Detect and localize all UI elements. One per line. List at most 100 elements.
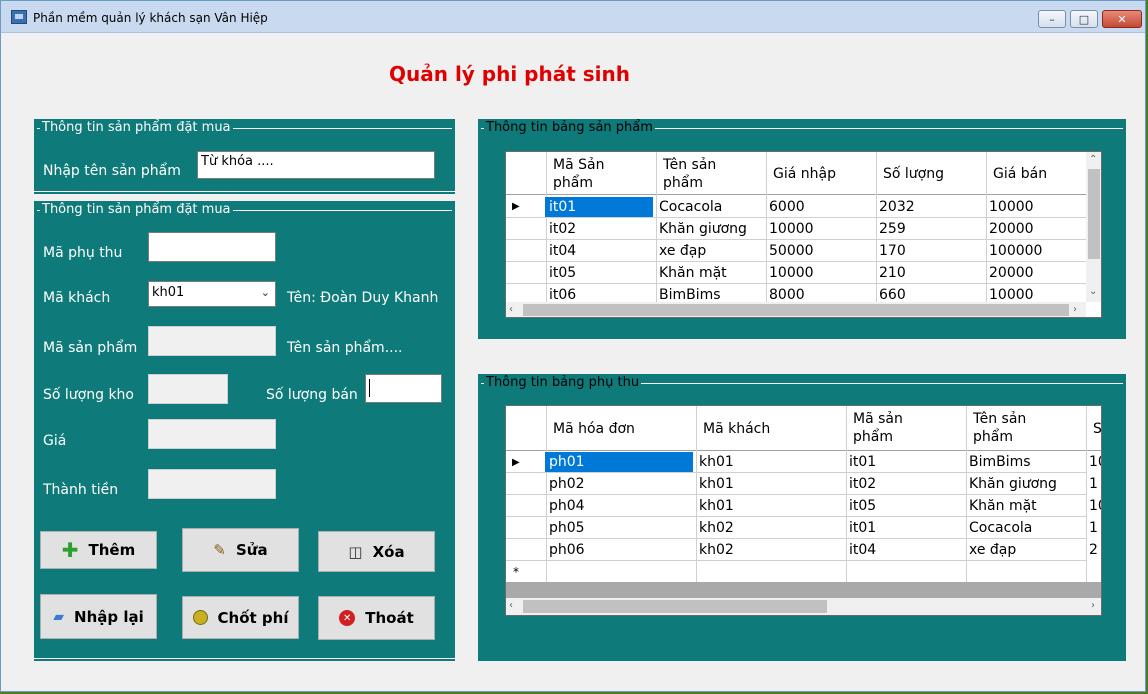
thanh-tien-input bbox=[148, 469, 276, 499]
surcharge-cell[interactable]: 1 bbox=[1089, 519, 1098, 537]
products-grid[interactable]: Mã Sản phẩm Tên sản phẩm Giá nhập Số lượng… bbox=[505, 151, 1102, 318]
surcharge-header-3[interactable]: Tên sản phẩm bbox=[973, 410, 1026, 446]
products-cell[interactable]: it01 bbox=[549, 198, 576, 216]
products-cell[interactable]: Khăn giương bbox=[659, 220, 747, 238]
surcharge-cell[interactable]: Khăn giương bbox=[969, 475, 1057, 493]
scroll-left-icon[interactable]: ‹ bbox=[509, 600, 513, 611]
title-bar[interactable]: Phần mềm quản lý khách sạn Vân Hiệp – □ … bbox=[1, 1, 1145, 33]
products-cell[interactable]: 100000 bbox=[989, 242, 1042, 260]
ma-san-pham-label: Mã sản phẩm bbox=[43, 340, 138, 356]
products-cell[interactable]: 20000 bbox=[989, 264, 1034, 282]
surcharge-cell[interactable]: kh01 bbox=[699, 453, 734, 471]
ma-phu-thu-input[interactable] bbox=[148, 232, 276, 262]
maximize-button[interactable]: □ bbox=[1070, 10, 1098, 28]
products-cell[interactable]: it05 bbox=[549, 264, 576, 282]
surcharge-header-4[interactable]: S bbox=[1093, 420, 1101, 438]
products-cell[interactable]: 20000 bbox=[989, 220, 1034, 238]
surcharge-cell[interactable]: ph01 bbox=[549, 453, 585, 471]
gia-input bbox=[148, 419, 276, 449]
chot-phi-button[interactable]: Chốt phí bbox=[182, 596, 299, 639]
surcharge-header-1[interactable]: Mã khách bbox=[703, 420, 770, 438]
surcharge-grid[interactable]: Mã hóa đơn Mã khách Mã sản phẩm Tên sản ph… bbox=[505, 405, 1102, 616]
maximize-icon: □ bbox=[1078, 12, 1090, 26]
products-header-3[interactable]: Số lượng bbox=[883, 165, 944, 183]
scroll-down-icon[interactable]: ⌄ bbox=[1089, 286, 1097, 297]
surcharge-cell[interactable]: xe đạp bbox=[969, 541, 1016, 559]
surcharge-cell[interactable]: 2 bbox=[1089, 541, 1098, 559]
them-button[interactable]: ✚ Thêm bbox=[40, 531, 157, 569]
products-header-0[interactable]: Mã Sản phẩm bbox=[553, 156, 604, 192]
eraser-icon: ▰ bbox=[53, 608, 65, 625]
surcharge-cell[interactable]: ph05 bbox=[549, 519, 585, 537]
products-hscroll-thumb[interactable] bbox=[523, 304, 1069, 316]
products-header-2[interactable]: Giá nhập bbox=[773, 165, 836, 183]
surcharge-hscrollbar[interactable]: ‹ › bbox=[506, 598, 1101, 615]
pencil-icon: ✎ bbox=[213, 541, 226, 559]
text-caret bbox=[369, 379, 370, 397]
surcharge-cell[interactable]: it02 bbox=[849, 475, 876, 493]
so-luong-ban-input[interactable] bbox=[365, 374, 442, 403]
xoa-button[interactable]: ◫ Xóa bbox=[318, 531, 435, 572]
surcharge-group-title: Thông tin bảng phụ thu bbox=[484, 375, 642, 390]
surcharge-cell[interactable]: Khăn mặt bbox=[969, 497, 1037, 515]
products-cell[interactable]: 170 bbox=[879, 242, 906, 260]
products-header-4[interactable]: Giá bán bbox=[993, 165, 1047, 183]
products-cell[interactable]: xe đạp bbox=[659, 242, 706, 260]
nhap-lai-button[interactable]: ▰ Nhập lại bbox=[40, 594, 157, 639]
chevron-down-icon[interactable]: ⌄ bbox=[261, 286, 270, 299]
so-luong-kho-label: Số lượng kho bbox=[43, 387, 134, 403]
ma-phu-thu-label: Mã phụ thu bbox=[43, 245, 123, 261]
chot-phi-label: Chốt phí bbox=[217, 608, 289, 627]
products-cell[interactable]: 10000 bbox=[769, 264, 814, 282]
new-row-marker: * bbox=[513, 565, 519, 579]
surcharge-cell[interactable]: kh01 bbox=[699, 497, 734, 515]
ma-khach-select[interactable]: kh01 ⌄ bbox=[148, 281, 276, 307]
products-vscroll-thumb[interactable] bbox=[1088, 169, 1100, 259]
surcharge-cell[interactable]: kh02 bbox=[699, 541, 734, 559]
products-cell[interactable]: Khăn mặt bbox=[659, 264, 727, 282]
surcharge-cell[interactable]: kh02 bbox=[699, 519, 734, 537]
surcharge-header-2[interactable]: Mã sản phẩm bbox=[853, 410, 903, 446]
close-window-button[interactable]: ✕ bbox=[1102, 10, 1142, 28]
products-cell[interactable]: it02 bbox=[549, 220, 576, 238]
sua-button[interactable]: ✎ Sửa bbox=[182, 528, 299, 572]
surcharge-cell[interactable]: 10 bbox=[1089, 497, 1101, 515]
products-cell[interactable]: Cocacola bbox=[659, 198, 722, 216]
products-header-1[interactable]: Tên sản phẩm bbox=[663, 156, 716, 192]
surcharge-cell[interactable]: ph04 bbox=[549, 497, 585, 515]
products-cell[interactable]: 210 bbox=[879, 264, 906, 282]
surcharge-header-0[interactable]: Mã hóa đơn bbox=[553, 420, 635, 438]
scroll-right-icon[interactable]: › bbox=[1073, 304, 1077, 315]
scroll-right-icon[interactable]: › bbox=[1091, 600, 1095, 611]
products-hscrollbar[interactable]: ‹ › bbox=[506, 302, 1086, 317]
xoa-label: Xóa bbox=[372, 542, 405, 561]
products-cell[interactable]: 10000 bbox=[769, 220, 814, 238]
product-name-text: Tên sản phẩm.... bbox=[287, 340, 403, 356]
surcharge-cell[interactable]: ph06 bbox=[549, 541, 585, 559]
products-cell[interactable]: 50000 bbox=[769, 242, 814, 260]
products-cell[interactable]: 259 bbox=[879, 220, 906, 238]
surcharge-cell[interactable]: 1 bbox=[1089, 475, 1098, 493]
search-group-title: Thông tin sản phẩm đặt mua bbox=[40, 120, 233, 135]
product-search-input[interactable]: Từ khóa .... bbox=[197, 151, 435, 179]
surcharge-cell[interactable]: 10 bbox=[1089, 453, 1101, 471]
row-pointer-icon: ▶ bbox=[512, 457, 520, 468]
surcharge-cell[interactable]: BimBims bbox=[969, 453, 1031, 471]
products-cell[interactable]: 2032 bbox=[879, 198, 915, 216]
surcharge-hscroll-thumb[interactable] bbox=[523, 600, 827, 613]
surcharge-cell[interactable]: it05 bbox=[849, 497, 876, 515]
surcharge-cell[interactable]: it04 bbox=[849, 541, 876, 559]
surcharge-cell[interactable]: it01 bbox=[849, 519, 876, 537]
products-vscrollbar[interactable]: ⌃ ⌄ bbox=[1086, 152, 1101, 302]
products-cell[interactable]: 6000 bbox=[769, 198, 805, 216]
surcharge-cell[interactable]: ph02 bbox=[549, 475, 585, 493]
surcharge-cell[interactable]: Cocacola bbox=[969, 519, 1032, 537]
products-cell[interactable]: 10000 bbox=[989, 198, 1034, 216]
scroll-left-icon[interactable]: ‹ bbox=[509, 304, 513, 315]
scroll-up-icon[interactable]: ⌃ bbox=[1089, 154, 1097, 165]
minimize-button[interactable]: – bbox=[1038, 10, 1066, 28]
thoat-button[interactable]: ✕ Thoát bbox=[318, 596, 435, 640]
products-cell[interactable]: it04 bbox=[549, 242, 576, 260]
surcharge-cell[interactable]: it01 bbox=[849, 453, 876, 471]
surcharge-cell[interactable]: kh01 bbox=[699, 475, 734, 493]
